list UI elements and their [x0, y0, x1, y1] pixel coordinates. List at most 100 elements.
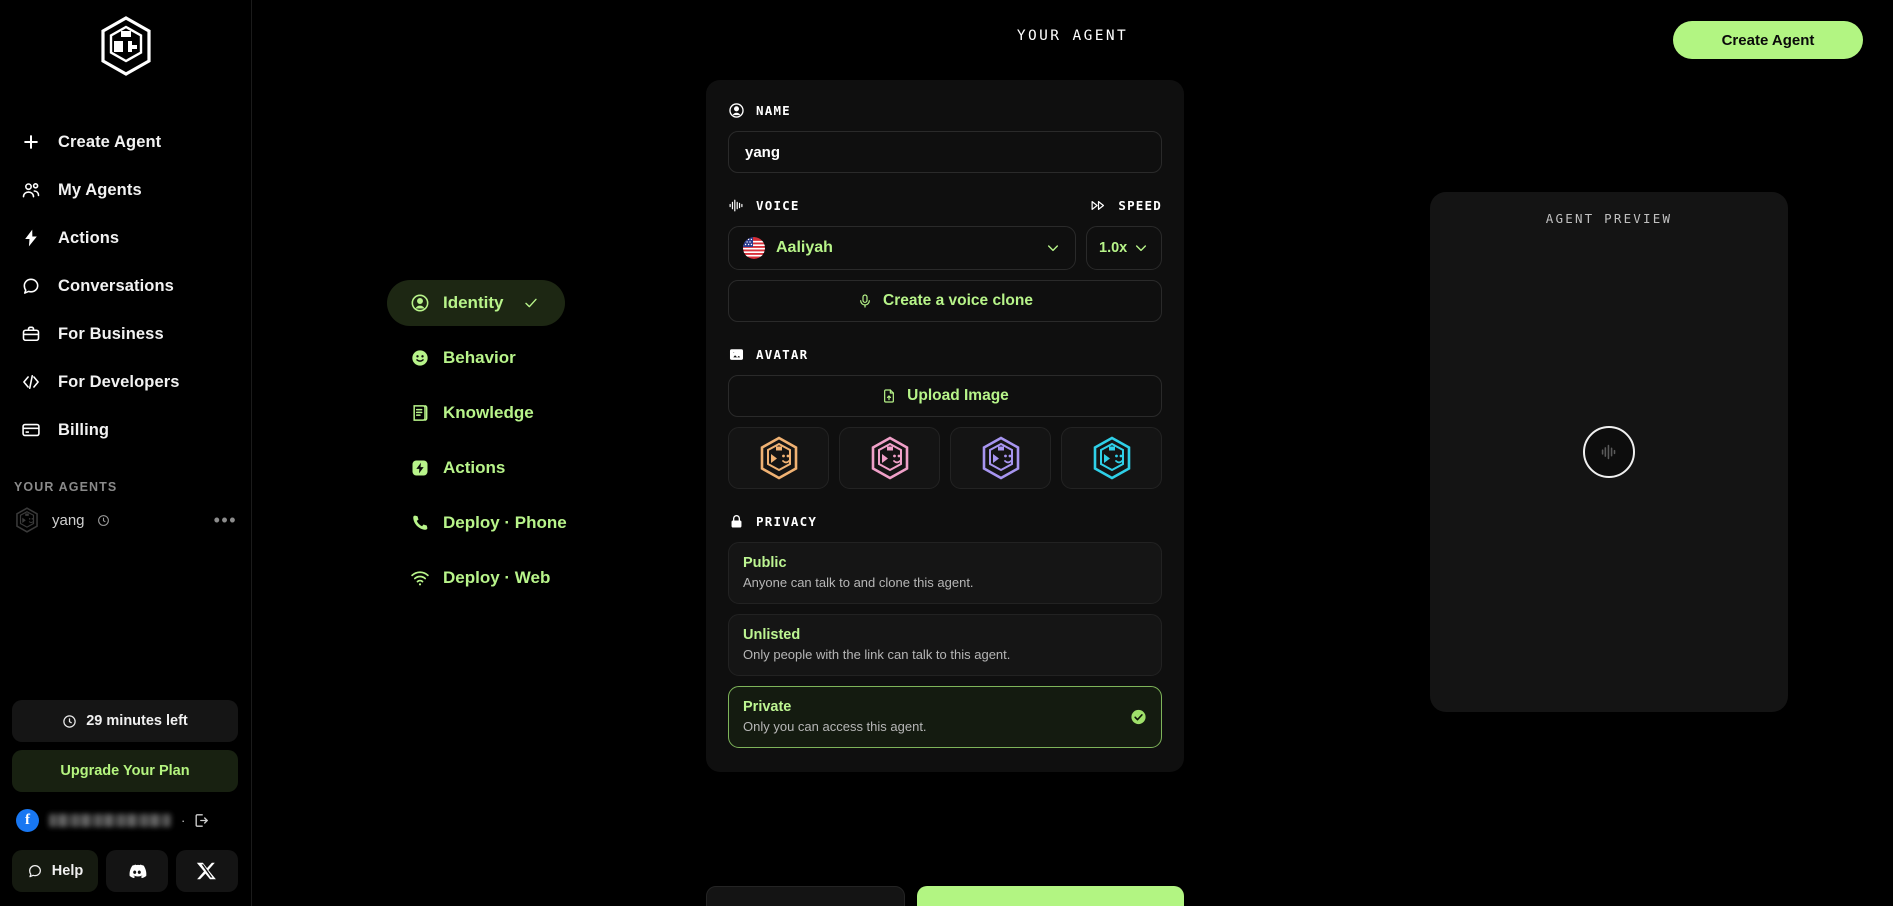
- plus-icon: [20, 131, 42, 153]
- privacy-field-label: PRIVACY: [728, 513, 1162, 530]
- avatar-option-pink[interactable]: [839, 427, 940, 489]
- agent-name: yang: [52, 511, 85, 529]
- sidebar-item-my-agents[interactable]: My Agents: [0, 166, 251, 214]
- chevron-down-icon: [1047, 245, 1059, 252]
- upload-image-button[interactable]: Upload Image: [728, 375, 1162, 417]
- privacy-option-public[interactable]: Public Anyone can talk to and clone this…: [728, 542, 1162, 604]
- voice-speed-row: Aaliyah 1.0x: [728, 226, 1162, 270]
- user-circle-icon: [409, 293, 430, 314]
- primary-nav: Create Agent My Agents Actions Conversat…: [0, 118, 251, 454]
- users-icon: [20, 179, 42, 201]
- back-button[interactable]: [706, 886, 906, 906]
- sidebar-label: Conversations: [58, 276, 174, 295]
- upgrade-plan-button[interactable]: Upgrade Your Plan: [12, 750, 238, 792]
- step-nav: Identity Behavior Knowledge Actions Depl…: [387, 280, 687, 610]
- step-deploy-phone[interactable]: Deploy · Phone: [387, 500, 589, 546]
- sidebar-footer: 29 minutes left Upgrade Your Plan f · He…: [0, 700, 250, 906]
- create-voice-clone-button[interactable]: Create a voice clone: [728, 280, 1162, 322]
- discord-button[interactable]: [106, 850, 168, 892]
- identity-form-card: NAME VOICE SPEED: [706, 80, 1184, 772]
- privacy-option-unlisted[interactable]: Unlisted Only people with the link can t…: [728, 614, 1162, 676]
- privacy-label-text: PRIVACY: [756, 514, 818, 529]
- waveform-icon: [729, 199, 743, 212]
- discord-icon: [129, 864, 147, 879]
- avatar-option-orange[interactable]: [728, 427, 829, 489]
- step-behavior[interactable]: Behavior: [387, 335, 538, 381]
- speed-select[interactable]: 1.0x: [1086, 226, 1162, 270]
- privacy-title: Unlisted: [743, 627, 801, 643]
- your-agents-heading: YOUR AGENTS: [14, 480, 118, 494]
- agent-name-input[interactable]: [728, 131, 1162, 173]
- chat-bubble-icon: [20, 275, 42, 297]
- agent-preview-panel: AGENT PREVIEW: [1430, 192, 1788, 712]
- minutes-left-badge: 29 minutes left: [12, 700, 238, 742]
- microphone-icon: [860, 294, 870, 308]
- avatar-option-purple[interactable]: [950, 427, 1051, 489]
- preview-mic-button[interactable]: [1583, 426, 1635, 478]
- step-label: Behavior: [443, 348, 516, 367]
- next-button[interactable]: [917, 886, 1184, 906]
- step-label: Identity: [443, 293, 504, 312]
- microphone-waveform-icon: [1601, 444, 1616, 460]
- cube-avatar-orange-icon: [760, 436, 797, 480]
- chevron-down-icon: [1135, 245, 1147, 252]
- privacy-option-private[interactable]: Private Only you can access this agent.: [728, 686, 1162, 748]
- help-label: Help: [51, 863, 84, 879]
- form-footer-buttons: [706, 886, 1184, 906]
- upload-image-label: Upload Image: [907, 387, 1009, 404]
- ellipsis-icon[interactable]: •••: [214, 511, 237, 529]
- speed-field-label: SPEED: [1090, 197, 1162, 214]
- image-icon: [729, 349, 744, 360]
- sidebar-label: For Business: [58, 324, 164, 343]
- code-brackets-icon: [20, 371, 42, 393]
- step-knowledge[interactable]: Knowledge: [387, 390, 556, 436]
- voice-speed-label-row: VOICE SPEED: [728, 197, 1162, 214]
- cube-avatar-purple-icon: [982, 436, 1019, 480]
- x-twitter-button[interactable]: [176, 850, 238, 892]
- sidebar-label: For Developers: [58, 372, 180, 391]
- voice-label-text: VOICE: [756, 198, 800, 213]
- help-button[interactable]: Help: [12, 850, 98, 892]
- logo-container: [0, 0, 251, 76]
- step-actions[interactable]: Actions: [387, 445, 527, 491]
- voice-clone-label: Create a voice clone: [883, 292, 1033, 309]
- voice-field-label: VOICE: [728, 197, 800, 214]
- avatar-option-cyan[interactable]: [1061, 427, 1162, 489]
- cube-avatar-cyan-icon: [1093, 436, 1130, 480]
- sidebar-agent-item-yang[interactable]: yang •••: [0, 498, 251, 542]
- user-name-redacted: [49, 813, 171, 827]
- step-identity[interactable]: Identity: [387, 280, 566, 326]
- top-bar: YOUR AGENT Create Agent: [252, 0, 1893, 72]
- x-twitter-icon: [196, 862, 216, 880]
- smiley-icon: [409, 348, 430, 369]
- cube-logo-icon[interactable]: [99, 16, 153, 76]
- create-agent-button[interactable]: Create Agent: [1673, 21, 1863, 59]
- voice-select[interactable]: Aaliyah: [728, 226, 1076, 270]
- name-field-label: NAME: [728, 102, 1162, 119]
- avatar-label-text: AVATAR: [756, 347, 809, 362]
- file-upload-icon: [884, 389, 895, 403]
- name-label-text: NAME: [756, 103, 791, 118]
- bolt-square-icon: [409, 458, 430, 479]
- speed-label-text: SPEED: [1118, 198, 1162, 213]
- sidebar-item-actions[interactable]: Actions: [0, 214, 251, 262]
- logout-icon[interactable]: [193, 812, 210, 829]
- cube-avatar-icon: [16, 507, 38, 533]
- sidebar-label: My Agents: [58, 180, 142, 199]
- sidebar-item-create-agent[interactable]: Create Agent: [0, 118, 251, 166]
- step-label: Deploy · Phone: [443, 513, 567, 532]
- social-row: Help: [12, 850, 238, 892]
- phone-icon: [409, 513, 430, 534]
- check-circle-icon: [1131, 709, 1146, 725]
- sidebar-item-for-developers[interactable]: For Developers: [0, 358, 251, 406]
- page-title: YOUR AGENT: [1016, 28, 1129, 44]
- speed-selected-value: 1.0x: [1099, 240, 1128, 256]
- sidebar-item-for-business[interactable]: For Business: [0, 310, 251, 358]
- separator: ·: [181, 812, 186, 828]
- sidebar-item-conversations[interactable]: Conversations: [0, 262, 251, 310]
- sidebar-item-billing[interactable]: Billing: [0, 406, 251, 454]
- step-deploy-web[interactable]: Deploy · Web: [387, 555, 572, 601]
- voice-selected-value: Aaliyah: [776, 239, 833, 256]
- step-label: Knowledge: [443, 403, 534, 422]
- user-account-row[interactable]: f ·: [12, 800, 238, 840]
